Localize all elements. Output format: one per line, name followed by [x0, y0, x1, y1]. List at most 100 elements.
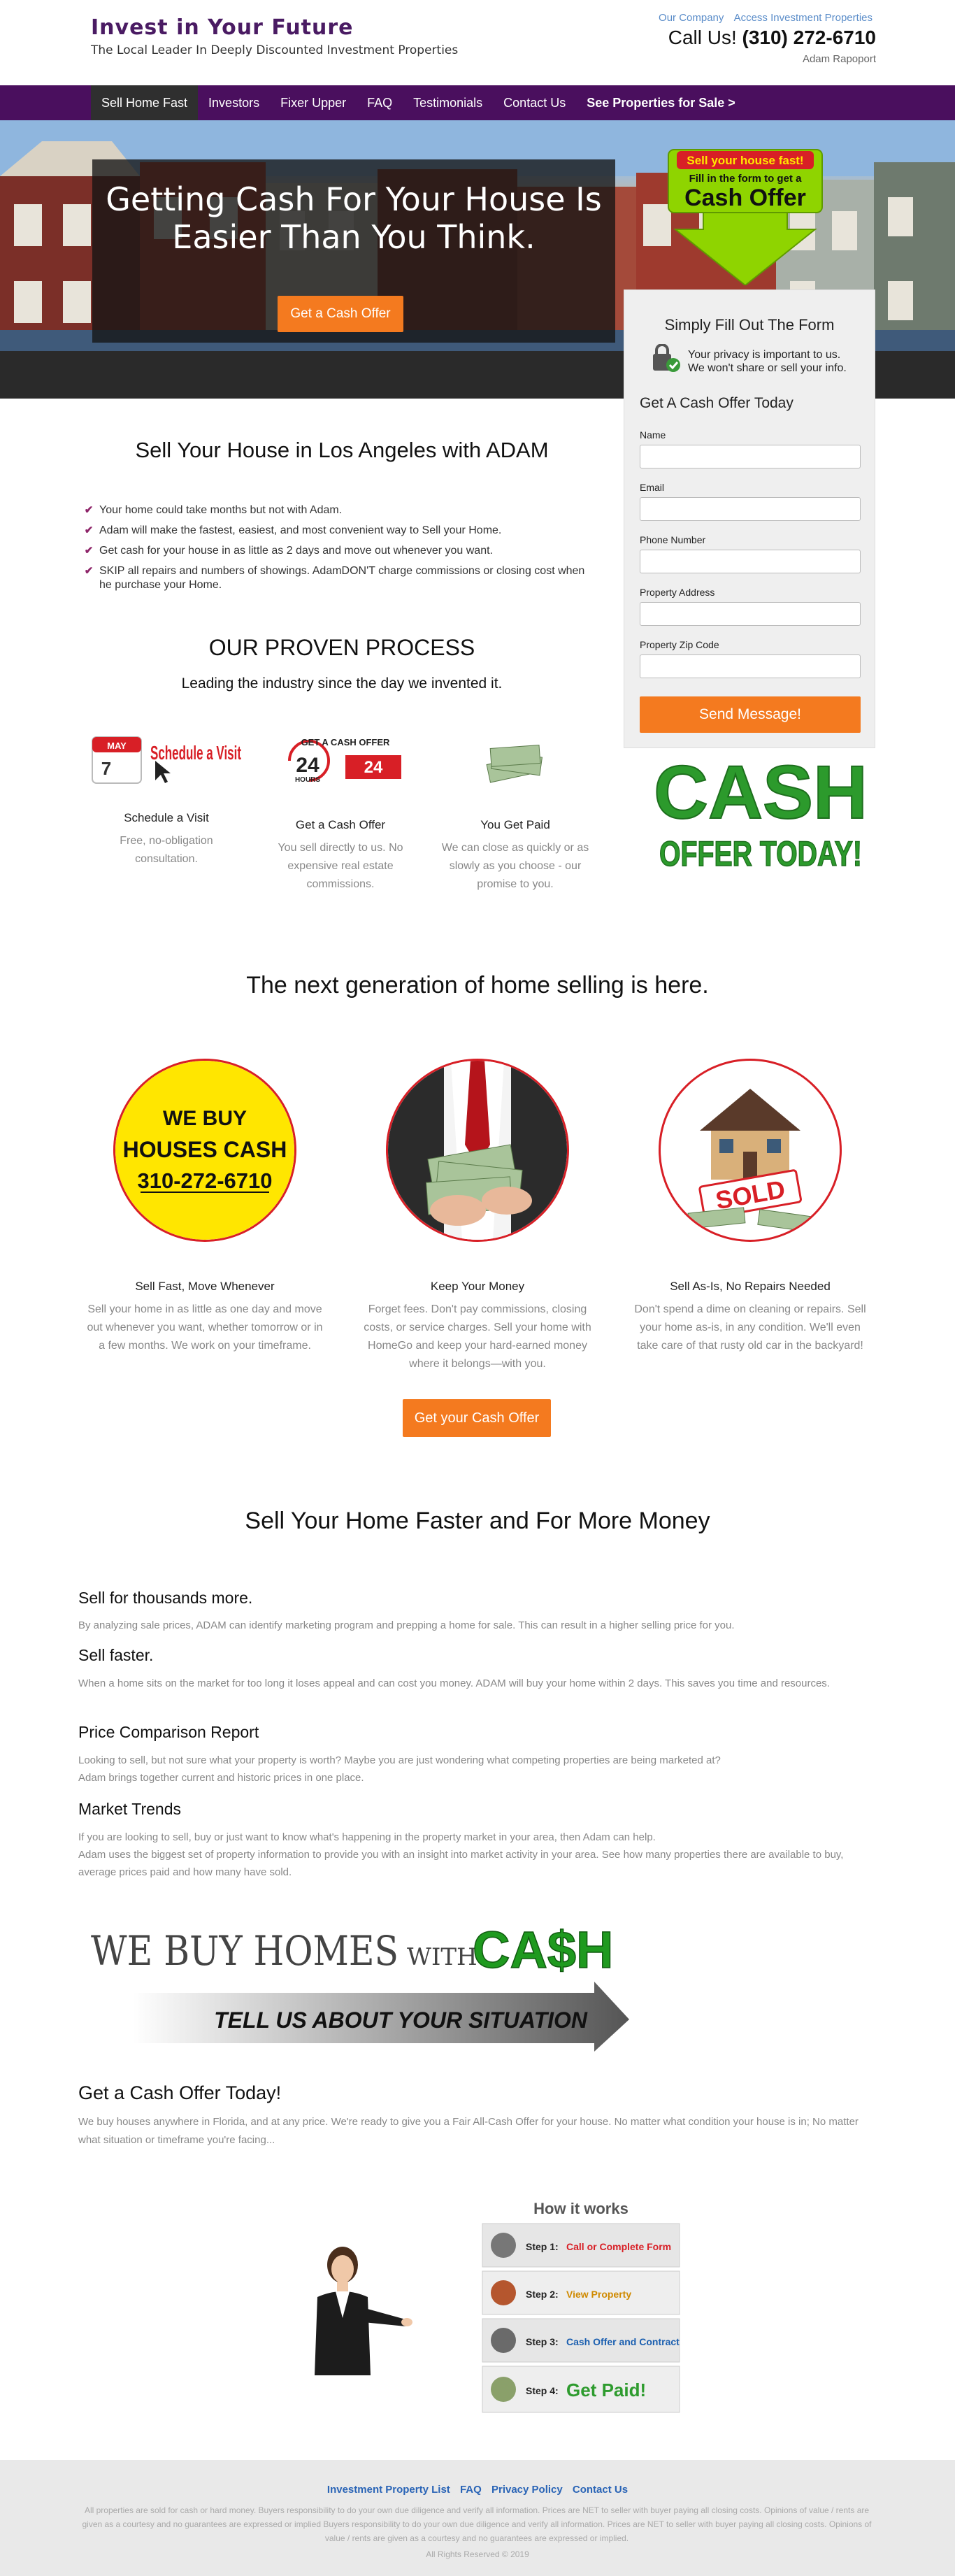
- get-cash-offer-button[interactable]: Get a Cash Offer: [278, 296, 403, 332]
- step-desc-schedule: Free, no-obligation consultation.: [120, 835, 213, 865]
- checklist-text: Adam will make the fastest, easiest, and…: [99, 524, 502, 536]
- email-label: Email: [640, 482, 665, 493]
- card-desc-keep-money: Forget fees. Don't pay commissions, clos…: [364, 1303, 591, 1370]
- hours-label: HOURS: [295, 776, 320, 784]
- circle-line-1: WE BUY: [163, 1107, 247, 1130]
- list-item: ✔ SKIP all repairs and numbers of showing…: [78, 564, 596, 592]
- benefit-body-sell-more: By analyzing sale prices, ADAM can ident…: [78, 1619, 735, 1631]
- zip-input[interactable]: [640, 654, 861, 678]
- checklist-text: Get cash for your house in as little as …: [99, 545, 493, 557]
- banner-with: WITH: [407, 1943, 478, 1971]
- schedule-visit-image: MAY 7 Schedule a Visit: [91, 730, 245, 786]
- list-item: ✔ Your home could take months but not wit…: [78, 500, 596, 520]
- step-title-get-paid: You Get Paid: [480, 818, 550, 831]
- cash-offer-24-hours-image: GET A CASH OFFER 24 HOURS 24: [275, 730, 408, 786]
- check-icon: ✔: [84, 504, 94, 516]
- cash-offer-text: GET A CASH OFFER: [301, 737, 390, 747]
- banner-cash: CA$H: [473, 1921, 613, 1979]
- money-handout-circle: [386, 1059, 569, 1242]
- step1-prefix: Step 1:: [526, 2241, 559, 2252]
- footer-link-faq[interactable]: FAQ: [460, 2484, 482, 2496]
- hero-heading-line-2: Easier Than You Think.: [172, 218, 536, 256]
- step-title-schedule: Schedule a Visit: [124, 811, 209, 824]
- intro-title: Sell Your House in Los Angeles with ADAM: [135, 438, 549, 462]
- footer-link-privacy[interactable]: Privacy Policy: [491, 2484, 563, 2496]
- step4-text: Get Paid!: [566, 2380, 646, 2400]
- how-it-works-title: How it works: [533, 2200, 629, 2217]
- address-input[interactable]: [640, 602, 861, 626]
- nextgen-title: The next generation of home selling is h…: [246, 972, 709, 999]
- nav-item-testimonials[interactable]: Testimonials: [403, 85, 493, 120]
- calendar-month: MAY: [107, 740, 127, 751]
- nav-item-faq[interactable]: FAQ: [357, 85, 403, 120]
- nav-item-sell-home-fast[interactable]: Sell Home Fast: [91, 85, 199, 120]
- we-buy-homes-banner: WE BUY HOMES WITH CA$H TELL US ABOUT YOU…: [91, 1915, 629, 2052]
- card-title-sell-fast: Sell Fast, Move Whenever: [135, 1280, 275, 1293]
- benefit-body-sell-faster: When a home sits on the market for too l…: [78, 1677, 830, 1689]
- call-us: Call Us! (310) 272-6710: [668, 27, 876, 49]
- phone-number[interactable]: (310) 272-6710: [742, 27, 876, 48]
- list-item: ✔ Get cash for your house in as little as…: [78, 541, 596, 561]
- top-link-access-properties[interactable]: Access Investment Properties: [734, 12, 873, 24]
- step-title-cash-offer: Get a Cash Offer: [295, 818, 386, 831]
- phone-label: Phone Number: [640, 534, 706, 545]
- hero-heading-line-1: Getting Cash For Your House Is: [106, 180, 602, 218]
- zip-label: Property Zip Code: [640, 639, 719, 650]
- call-us-label: Call Us!: [668, 27, 737, 48]
- benefit-heading-sell-more: Sell for thousands more.: [78, 1589, 253, 1607]
- banner-tell-us: TELL US ABOUT YOUR SITUATION: [214, 2008, 588, 2033]
- badge-line-3: Cash Offer: [684, 185, 806, 211]
- cash-offer-badge: Sell your house fast! Fill in the form t…: [661, 145, 829, 287]
- benefit-heading-market-trends: Market Trends: [78, 1800, 181, 1818]
- name-label: Name: [640, 429, 666, 441]
- cash-word: CASH: [656, 754, 866, 834]
- nav-item-investors[interactable]: Investors: [198, 85, 270, 120]
- list-item: ✔ Adam will make the fastest, easiest, an…: [78, 520, 596, 541]
- step-desc-get-paid: We can close as quickly or as slowly as …: [441, 842, 589, 890]
- checklist-text: Your home could take months but not with…: [99, 504, 343, 516]
- money-stack-image: [481, 738, 551, 787]
- brand-title[interactable]: Invest in Your Future: [91, 15, 354, 40]
- benefit-body-market-trends: If you are looking to sell, buy or just …: [78, 1831, 844, 1878]
- step3-text: Cash Offer and Contract: [566, 2336, 680, 2347]
- offer-title: Get a Cash Offer Today!: [78, 2082, 282, 2103]
- step1-text: Call or Complete Form: [566, 2241, 671, 2252]
- get-your-cash-offer-button[interactable]: Get your Cash Offer: [403, 1399, 551, 1437]
- check-icon: ✔: [84, 524, 94, 536]
- form-title: Simply Fill Out The Form: [664, 316, 835, 334]
- address-label: Property Address: [640, 587, 715, 598]
- schedule-text: Schedule a Visit: [150, 742, 241, 764]
- how-it-works-graphic: How it works Step 1: Call or Complete Fo…: [480, 2196, 682, 2419]
- hours-badge-number: 24: [364, 758, 383, 777]
- privacy-line-2: We won't share or sell your info.: [688, 362, 847, 374]
- form-subtitle: Get A Cash Offer Today: [640, 395, 794, 411]
- benefit-checklist: ✔ Your home could take months but not wit…: [78, 500, 596, 592]
- privacy-notice: Your privacy is important to us. We won'…: [688, 348, 847, 375]
- hours-number: 24: [296, 754, 319, 777]
- card-title-as-is: Sell As-Is, No Repairs Needed: [670, 1280, 831, 1293]
- footer-link-contact[interactable]: Contact Us: [573, 2484, 628, 2496]
- process-title: OUR PROVEN PROCESS: [208, 635, 475, 660]
- pointing-woman-image: [301, 2241, 412, 2375]
- cash-offer-today-image: CASH OFFER TODAY!: [653, 749, 868, 880]
- sold-text: SOLD: [713, 1175, 787, 1215]
- footer-copyright: All Rights Reserved © 2019: [426, 2549, 529, 2559]
- step2-prefix: Step 2:: [526, 2289, 559, 2300]
- faster-title: Sell Your Home Faster and For More Money: [245, 1508, 710, 1534]
- phone-input[interactable]: [640, 550, 861, 573]
- checklist-text: SKIP all repairs and numbers of showings…: [99, 565, 585, 591]
- nav-item-fixer-upper[interactable]: Fixer Upper: [270, 85, 357, 120]
- check-icon: ✔: [84, 565, 94, 577]
- email-input[interactable]: [640, 497, 861, 521]
- top-links: Our Company Access Investment Properties: [652, 12, 873, 24]
- send-message-button[interactable]: Send Message!: [640, 696, 861, 733]
- banner-we-buy: WE BUY HOMES: [91, 1927, 398, 1975]
- nav-item-see-properties[interactable]: See Properties for Sale >: [576, 85, 746, 120]
- footer-link-property-list[interactable]: Investment Property List: [327, 2484, 450, 2496]
- benefit-heading-price-report: Price Comparison Report: [78, 1723, 259, 1741]
- name-input[interactable]: [640, 445, 861, 468]
- top-link-our-company[interactable]: Our Company: [659, 12, 724, 24]
- nav-item-contact-us[interactable]: Contact Us: [493, 85, 576, 120]
- benefit-heading-sell-faster: Sell faster.: [78, 1646, 154, 1664]
- brand-tagline: The Local Leader In Deeply Discounted In…: [91, 43, 459, 57]
